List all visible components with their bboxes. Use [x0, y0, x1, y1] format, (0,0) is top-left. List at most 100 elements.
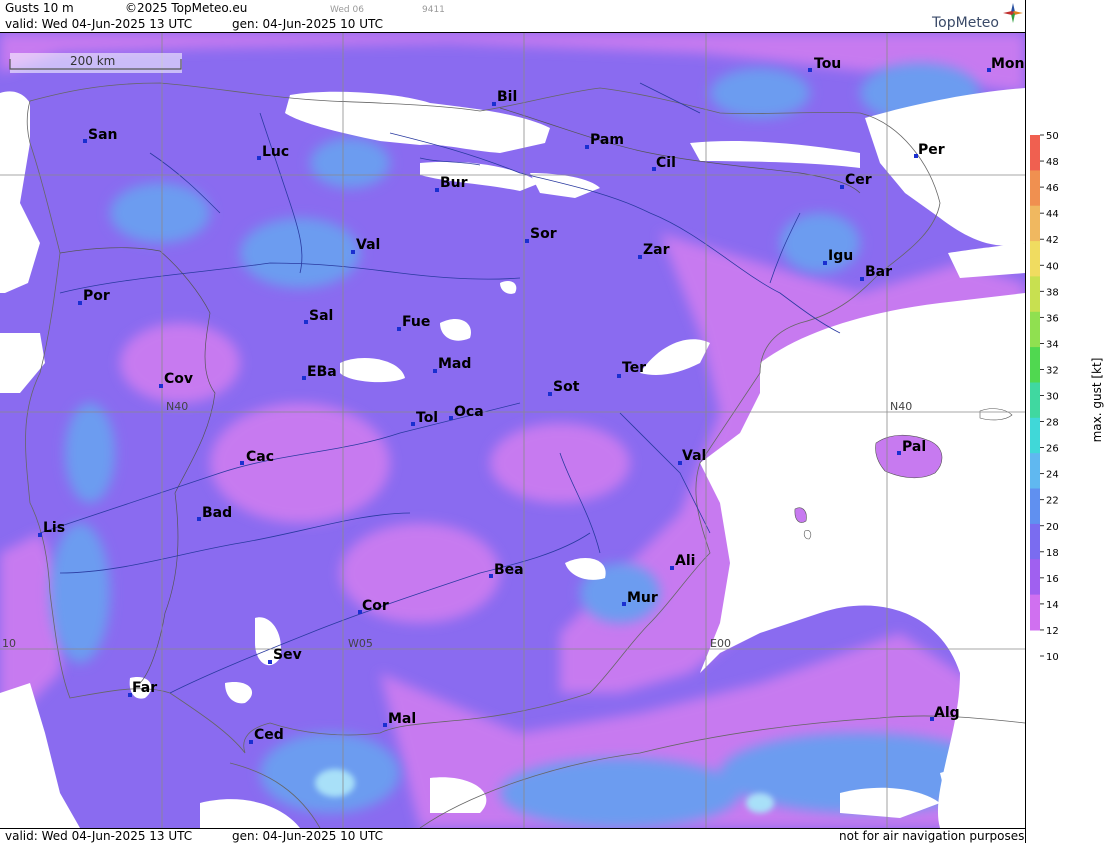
- legend-swatch: [1030, 417, 1040, 454]
- city-san: San: [83, 127, 118, 143]
- svg-text:Bil: Bil: [497, 89, 517, 105]
- svg-text:Cor: Cor: [362, 598, 389, 614]
- city-luc: Luc: [257, 144, 289, 160]
- legend-tick-label: 38: [1046, 287, 1059, 298]
- svg-text:Alg: Alg: [934, 705, 960, 721]
- faint-code: 9411: [422, 5, 445, 15]
- color-legend: 50 48 46 44 42 40 38 36 34 32 30 28 26 24 22 20 18 16 14 12…: [1025, 0, 1117, 843]
- brand-name: TopMeteo: [932, 15, 999, 31]
- svg-text:Bad: Bad: [202, 505, 232, 521]
- legend-swatch: [1030, 594, 1040, 631]
- legend-tick-label: 34: [1046, 339, 1059, 350]
- svg-text:Far: Far: [132, 680, 157, 696]
- grid-label-e00: E00: [710, 637, 731, 650]
- legend-tick-label: 48: [1046, 157, 1059, 168]
- legend-swatch: [1030, 170, 1040, 207]
- legend-tick-label: 12: [1046, 626, 1059, 637]
- legend-tick-label: 28: [1046, 418, 1059, 429]
- svg-text:Per: Per: [918, 142, 945, 158]
- legend-swatch: [1030, 311, 1040, 348]
- svg-text:Bea: Bea: [494, 562, 524, 578]
- city-val-north: Val: [351, 237, 380, 254]
- svg-text:Val: Val: [356, 237, 380, 253]
- svg-text:Pam: Pam: [590, 132, 624, 148]
- map-title: Gusts 10 m: [5, 1, 74, 15]
- svg-text:Ter: Ter: [622, 360, 646, 376]
- gust-map[interactable]: N40 N40 W05 E00 10 200 km Tou Mon Bil Sa…: [0, 33, 1025, 828]
- city-bar: Bar: [860, 264, 892, 281]
- svg-text:Val: Val: [682, 448, 706, 464]
- legend-swatch: [1030, 382, 1040, 419]
- svg-text:Igu: Igu: [828, 248, 853, 264]
- city-mal: Mal: [383, 711, 416, 727]
- city-far: Far: [128, 680, 157, 697]
- legend-tick-label: 20: [1046, 522, 1059, 533]
- svg-text:Bar: Bar: [865, 264, 892, 280]
- copyright: ©2025 TopMeteo.eu: [125, 1, 248, 15]
- city-ced: Ced: [249, 727, 284, 744]
- grid-label-w05: W05: [348, 637, 373, 650]
- city-zar: Zar: [638, 242, 670, 259]
- legend-swatch: [1030, 347, 1040, 383]
- legend-tick-label: 22: [1046, 496, 1059, 507]
- legend-swatch: [1030, 205, 1040, 242]
- legend-tick-label: 24: [1046, 470, 1059, 481]
- legend-tick-label: 26: [1046, 444, 1059, 455]
- legend-swatch: [1030, 276, 1040, 313]
- svg-text:Sev: Sev: [273, 647, 302, 663]
- city-mur: Mur: [622, 590, 658, 606]
- scale-bar-label: 200 km: [70, 54, 115, 68]
- city-cac: Cac: [240, 449, 274, 465]
- city-por: Por: [78, 288, 110, 305]
- city-sor: Sor: [525, 226, 557, 243]
- svg-text:San: San: [88, 127, 118, 143]
- svg-text:Bur: Bur: [440, 175, 468, 191]
- city-eba: EBa: [302, 364, 337, 380]
- grid-label-n40-left: N40: [166, 400, 188, 413]
- svg-text:Zar: Zar: [643, 242, 670, 258]
- svg-text:Lis: Lis: [43, 520, 65, 536]
- city-cil: Cil: [652, 155, 676, 171]
- legend-tick-label: 44: [1046, 209, 1059, 220]
- svg-text:Sal: Sal: [309, 308, 333, 324]
- city-sal: Sal: [304, 308, 333, 324]
- city-pal: Pal: [897, 439, 926, 455]
- city-lis: Lis: [38, 520, 65, 537]
- svg-text:Luc: Luc: [262, 144, 289, 160]
- legend-swatch: [1030, 241, 1040, 277]
- svg-text:Mad: Mad: [438, 356, 471, 372]
- map-header: Gusts 10 m ©2025 TopMeteo.eu Wed 06 9411…: [0, 0, 1025, 33]
- city-cov: Cov: [159, 371, 193, 388]
- legend-tick-label: 46: [1046, 183, 1059, 194]
- svg-text:Mur: Mur: [627, 590, 658, 606]
- compass-logo-icon: [1003, 3, 1023, 23]
- footer-gen-time: gen: 04-Jun-2025 10 UTC: [232, 829, 384, 843]
- scale-bar: 200 km: [9, 53, 182, 73]
- legend-tick-label: 10: [1046, 652, 1059, 663]
- svg-text:Tol: Tol: [416, 410, 438, 426]
- legend-tick-label: 40: [1046, 261, 1059, 272]
- legend-tick-label: 50: [1046, 131, 1059, 142]
- city-mad: Mad: [433, 356, 471, 373]
- city-bur: Bur: [435, 175, 468, 192]
- city-tol: Tol: [411, 410, 438, 426]
- svg-text:EBa: EBa: [307, 364, 337, 380]
- legend-tick-label: 30: [1046, 392, 1059, 403]
- svg-text:Cac: Cac: [246, 449, 274, 465]
- city-per: Per: [914, 142, 945, 158]
- svg-text:Ced: Ced: [254, 727, 284, 743]
- svg-text:Sot: Sot: [553, 379, 580, 395]
- gen-time: gen: 04-Jun-2025 10 UTC: [232, 17, 384, 31]
- grid-label-n40-right: N40: [890, 400, 912, 413]
- legend-swatch: [1030, 523, 1040, 560]
- map-footer: valid: Wed 04-Jun-2025 13 UTC gen: 04-Ju…: [0, 828, 1025, 844]
- footer-disclaimer: not for air navigation purposes: [839, 829, 1025, 843]
- legend-swatch: [1030, 135, 1040, 171]
- svg-text:Cil: Cil: [656, 155, 676, 171]
- city-cer: Cer: [840, 172, 872, 189]
- legend-tick-label: 14: [1046, 600, 1059, 611]
- legend-title: max. gust [kt]: [1090, 358, 1104, 443]
- svg-text:Pal: Pal: [902, 439, 926, 455]
- svg-text:Sor: Sor: [530, 226, 557, 242]
- city-oca: Oca: [449, 404, 484, 420]
